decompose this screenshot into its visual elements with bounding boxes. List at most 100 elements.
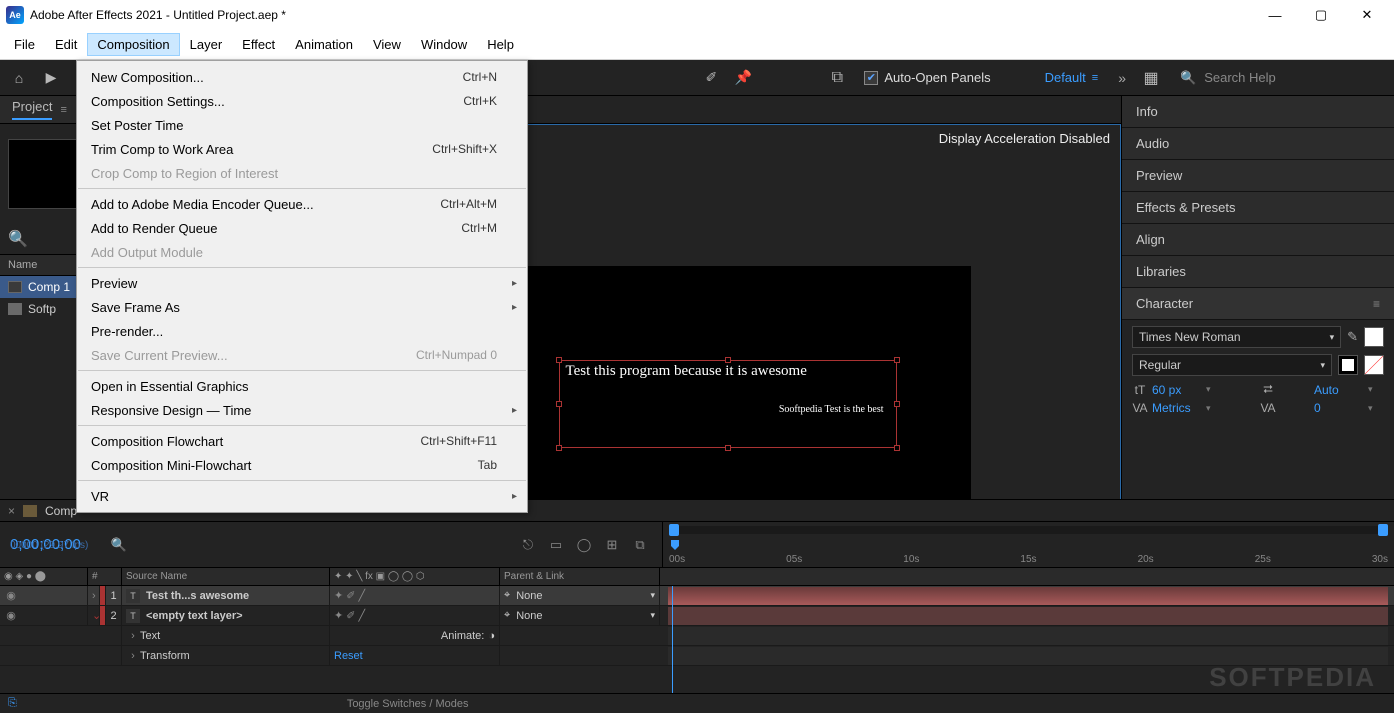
font-size-value[interactable]: 60 px	[1152, 383, 1202, 397]
menu-item[interactable]: Save Frame As▸	[77, 295, 527, 319]
tracking-value[interactable]: 0	[1314, 401, 1364, 415]
tl-icon[interactable]: ⧉	[628, 534, 652, 556]
leading-icon: ⮂	[1226, 382, 1310, 397]
tl-icon[interactable]: ⎋	[516, 534, 540, 556]
text-layer-icon: T	[126, 589, 140, 603]
tracking-icon: VA	[1226, 401, 1310, 415]
minimize-button[interactable]: —	[1252, 0, 1298, 30]
time-ruler[interactable]: 00s05s10s15s20s25s30s	[662, 522, 1394, 567]
no-color-swatch[interactable]	[1364, 355, 1384, 375]
menu-item[interactable]: Responsive Design — Time▸	[77, 398, 527, 422]
menu-item[interactable]: Set Poster Time	[77, 113, 527, 137]
menu-help[interactable]: Help	[477, 33, 524, 56]
text-layer-1[interactable]: Test this program because it is awesome	[560, 361, 896, 382]
text-layer-icon: T	[126, 609, 140, 623]
menu-item[interactable]: Add to Adobe Media Encoder Queue...Ctrl+…	[77, 192, 527, 216]
close-tab-icon[interactable]: ×	[8, 504, 15, 518]
kerning-value[interactable]: Metrics	[1152, 401, 1202, 415]
panel-audio[interactable]: Audio	[1122, 128, 1394, 160]
panel-align[interactable]: Align	[1122, 224, 1394, 256]
menu-item[interactable]: Add to Render QueueCtrl+M	[77, 216, 527, 240]
layer-bar[interactable]	[668, 607, 1388, 625]
menu-item: Save Current Preview...Ctrl+Numpad 0	[77, 343, 527, 367]
work-area-end[interactable]	[1378, 524, 1388, 536]
menu-item[interactable]: Preview▸	[77, 271, 527, 295]
timeline-panel: × Comp 0;00;00;00 🔍 ⎋ ▭ ◯ ⊞ ⧉ 00000 (29.…	[0, 499, 1394, 713]
workspace-selector[interactable]: Default≡	[1045, 70, 1099, 85]
home-tool-icon[interactable]: ⌂	[4, 64, 34, 92]
menu-effect[interactable]: Effect	[232, 33, 285, 56]
menu-composition[interactable]: Composition	[87, 33, 179, 56]
text-layer-2[interactable]: Sooftpedia Test is the best	[560, 404, 896, 415]
menu-item[interactable]: Trim Comp to Work AreaCtrl+Shift+X	[77, 137, 527, 161]
work-area-start[interactable]	[669, 524, 679, 536]
menu-view[interactable]: View	[363, 33, 411, 56]
pin-tool-icon[interactable]: 📌	[728, 64, 758, 92]
menu-file[interactable]: File	[4, 33, 45, 56]
tl-icon[interactable]: ▭	[544, 534, 568, 556]
search-help[interactable]: 🔍 Search Help	[1180, 70, 1390, 86]
menu-animation[interactable]: Animation	[285, 33, 363, 56]
menu-item[interactable]: Pre-render...	[77, 319, 527, 343]
menu-window[interactable]: Window	[411, 33, 477, 56]
layer-bar[interactable]	[668, 587, 1388, 605]
maximize-button[interactable]: ▢	[1298, 0, 1344, 30]
layer-color[interactable]	[100, 606, 105, 625]
panel-preview[interactable]: Preview	[1122, 160, 1394, 192]
menu-item[interactable]: VR▸	[77, 484, 527, 508]
font-style-dropdown[interactable]: Regular▾	[1132, 354, 1332, 376]
selection-tool-icon[interactable]: ▶	[36, 64, 66, 92]
search-placeholder: Search Help	[1204, 70, 1276, 85]
frame-rate-label: 00000 (29.97 fps)	[10, 540, 88, 551]
menu-edit[interactable]: Edit	[45, 33, 87, 56]
snapping-icon[interactable]: ⧉	[822, 64, 852, 92]
tl-icon[interactable]: ⊞	[600, 534, 624, 556]
brush-tool-icon[interactable]: ✐	[696, 64, 726, 92]
watermark: SOFTPEDIA	[1209, 662, 1376, 693]
leading-value[interactable]: Auto	[1314, 383, 1364, 397]
menu-layer[interactable]: Layer	[180, 33, 233, 56]
menu-item[interactable]: Composition Mini-FlowchartTab	[77, 453, 527, 477]
timeline-footer-icon[interactable]: ⎘	[8, 697, 17, 710]
parent-dropdown[interactable]: None	[516, 610, 542, 622]
reset-link[interactable]: Reset	[334, 650, 363, 662]
timeline-search-icon[interactable]: 🔍	[111, 537, 127, 553]
menu-item[interactable]: New Composition...Ctrl+N	[77, 65, 527, 89]
font-family-dropdown[interactable]: Times New Roman▾	[1132, 326, 1341, 348]
font-size-icon: tT	[1132, 383, 1148, 397]
visibility-icon[interactable]: ◉	[4, 609, 18, 622]
panel-libraries[interactable]: Libraries	[1122, 256, 1394, 288]
folder-icon	[8, 303, 22, 315]
panel-menu-icon[interactable]: ≡	[1373, 297, 1380, 311]
panel-info[interactable]: Info	[1122, 96, 1394, 128]
panel-grid-icon[interactable]: ▦	[1136, 64, 1166, 92]
visibility-icon[interactable]: ◉	[4, 589, 18, 602]
timeline-tab[interactable]: Comp	[45, 504, 77, 518]
animate-menu-icon[interactable]: ◑	[488, 630, 495, 642]
overflow-icon[interactable]: »	[1118, 70, 1126, 86]
tl-icon[interactable]: ◯	[572, 534, 596, 556]
text-layer-bounds[interactable]: Test this program because it is awesome …	[559, 360, 897, 448]
parent-pickwhip-icon[interactable]: ⌖	[504, 609, 510, 622]
menu-item[interactable]: Composition FlowchartCtrl+Shift+F11	[77, 429, 527, 453]
panel-character[interactable]: Character≡	[1122, 288, 1394, 320]
parent-dropdown[interactable]: None	[516, 590, 542, 602]
project-search-icon[interactable]: 🔍	[8, 229, 28, 249]
menu-item[interactable]: Composition Settings...Ctrl+K	[77, 89, 527, 113]
comp-icon	[23, 505, 37, 517]
menu-item[interactable]: Open in Essential Graphics	[77, 374, 527, 398]
close-button[interactable]: ✕	[1344, 0, 1390, 30]
auto-open-checkbox[interactable]: ✔	[864, 71, 878, 85]
layer-color[interactable]	[100, 586, 105, 605]
kerning-icon: VA	[1132, 401, 1148, 415]
fill-color-swatch[interactable]	[1364, 327, 1384, 347]
stroke-color-swatch[interactable]	[1338, 355, 1358, 375]
menu-item: Crop Comp to Region of Interest	[77, 161, 527, 185]
playhead-line[interactable]	[672, 586, 673, 693]
panel-effects[interactable]: Effects & Presets	[1122, 192, 1394, 224]
expand-icon[interactable]: ›	[92, 590, 96, 602]
eyedropper-icon[interactable]: ✎	[1347, 329, 1358, 345]
toggle-switches-button[interactable]: Toggle Switches / Modes	[347, 698, 469, 710]
parent-pickwhip-icon[interactable]: ⌖	[504, 589, 510, 602]
acceleration-status: Display Acceleration Disabled	[939, 131, 1110, 146]
